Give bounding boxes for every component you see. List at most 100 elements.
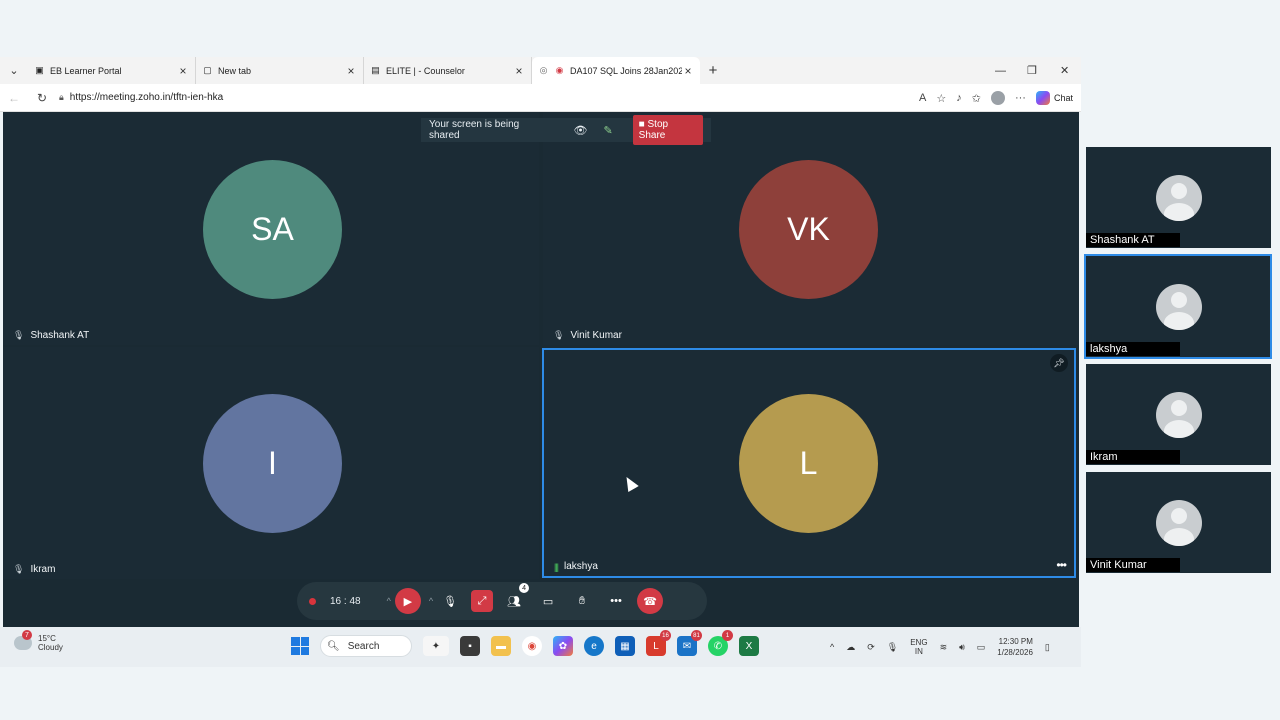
copilot-chat-button[interactable]: Chat	[1035, 91, 1073, 105]
cloud-icon: 7	[14, 630, 32, 650]
microphone-icon[interactable]: 🎙︎	[887, 642, 898, 653]
system-tray: ^ ☁︎ ⟳ 🎙︎ ENG IN ≋ 🔊︎ ▭ 12:30 PM 1/28/2026…	[830, 627, 1050, 667]
participant-name: Ikram	[1086, 450, 1180, 464]
weather-temp: 15°C	[38, 634, 56, 643]
battery-icon[interactable]: ▭	[977, 642, 986, 653]
stop-share-button[interactable]: ■ Stop Share	[632, 115, 703, 145]
whatsapp-icon[interactable]: ✆ 1	[708, 630, 733, 656]
chevron-up-icon[interactable]: ^	[387, 596, 391, 606]
pin-icon[interactable]: 📌︎	[1050, 354, 1068, 372]
tab-title: EB Learner Portal	[50, 65, 122, 76]
profile-icon[interactable]	[990, 91, 1005, 105]
audio-icon: ◎	[539, 65, 548, 75]
meeting-controls: 16 : 48 ^ ▶ ^ 🎙︎ ⤢ 👥︎ 4 ▭ ✋︎ ••• ☎︎	[297, 582, 707, 620]
lang-bottom: IN	[914, 647, 923, 656]
browser-tab[interactable]: ▤ ELITE | - Counselor ×	[364, 57, 532, 84]
meeting-timer: 16 : 48	[330, 595, 361, 607]
new-tab-button[interactable]: +	[700, 62, 726, 79]
address-bar-row: ← ↻ 🔒︎ https://meeting.zoho.in/tftn-ien-…	[0, 84, 1081, 112]
address-field[interactable]: 🔒︎ https://meeting.zoho.in/tftn-ien-hka	[59, 92, 223, 103]
back-icon[interactable]: ←	[3, 91, 25, 105]
side-participant-tile[interactable]: Shashank AT	[1086, 147, 1271, 248]
cloud-sync-icon[interactable]: ☁︎	[846, 642, 855, 653]
participant-tile[interactable]: VK 🎙︎ Vinit Kumar	[543, 112, 1079, 345]
close-icon[interactable]: ×	[513, 64, 525, 78]
restore-icon[interactable]: ❐	[1027, 57, 1037, 84]
copilot-app-icon[interactable]: ✿	[553, 636, 573, 656]
camera-off-button[interactable]: ▶	[394, 588, 421, 614]
file-explorer-icon[interactable]: ▬	[491, 636, 511, 656]
share-screen-button[interactable]: ⤢	[471, 590, 494, 612]
notification-badge: 81	[691, 630, 702, 641]
screen-share-banner: Your screen is being shared 👁︎ ✎ ■ Stop …	[421, 115, 711, 145]
minimize-icon[interactable]: —	[995, 57, 1006, 84]
more-button[interactable]: •••	[603, 588, 629, 614]
user-placeholder-icon	[1156, 392, 1202, 438]
windows-start-icon[interactable]	[291, 637, 309, 655]
mic-muted-icon: 🎙︎	[13, 564, 25, 574]
edge-icon[interactable]: e	[584, 636, 604, 656]
search-label: Search	[347, 640, 380, 652]
window-close-icon[interactable]: ✕	[1060, 57, 1069, 84]
participant-name: Vinit Kumar	[1086, 558, 1180, 572]
close-icon[interactable]: ×	[682, 64, 694, 78]
close-icon[interactable]: ×	[345, 64, 357, 78]
weather-widget[interactable]: 7 15°C Cloudy	[14, 630, 63, 652]
browser-tab-active[interactable]: ◎ ◉ DA107 SQL Joins 28Jan2026 ×	[532, 57, 700, 84]
copilot-icon	[1035, 91, 1050, 105]
mic-muted-icon: 🎙︎	[553, 330, 565, 340]
more-icon[interactable]: ···	[1015, 92, 1026, 104]
participant-tile-active[interactable]: 📌︎ L ||| lakshya •••	[542, 348, 1076, 578]
url-text: https://meeting.zoho.in/tftn-ien-hka	[69, 92, 224, 103]
participant-tile[interactable]: I 🎙︎ Ikram	[3, 347, 539, 579]
language-indicator[interactable]: ENG IN	[910, 638, 927, 656]
chevron-up-icon[interactable]: ^	[830, 642, 834, 652]
favorite-icon[interactable]: ☆	[936, 92, 946, 105]
tab-actions-icon[interactable]: ⌄	[0, 57, 28, 84]
user-placeholder-icon	[1156, 500, 1202, 546]
annotate-icon[interactable]: ✎	[603, 124, 612, 137]
mic-button[interactable]: 🎙︎	[437, 588, 463, 614]
participant-tile[interactable]: SA 🎙︎ Shashank AT	[3, 112, 539, 345]
task-view-icon[interactable]: ▪	[460, 636, 480, 656]
clock[interactable]: 12:30 PM 1/28/2026	[997, 636, 1033, 658]
notification-badge: 16	[660, 630, 671, 641]
eye-icon[interactable]: 👁︎	[573, 124, 587, 137]
widgets-icon[interactable]: ✦	[423, 636, 449, 656]
participant-name: Vinit Kumar	[570, 330, 622, 341]
store-icon[interactable]: ▦	[615, 636, 635, 656]
side-participant-tile[interactable]: Ikram	[1086, 364, 1271, 465]
reload-icon[interactable]: ↻	[31, 91, 53, 105]
avatar: VK	[739, 160, 878, 299]
reactions-button[interactable]: ✋︎	[569, 588, 595, 614]
pdf-reader-icon[interactable]: L 16	[646, 630, 671, 656]
tab-title: DA107 SQL Joins 28Jan2026	[570, 65, 682, 76]
browser-tab[interactable]: ▣ EB Learner Portal ×	[28, 57, 196, 84]
meeting-area: SA 🎙︎ Shashank AT VK 🎙︎ Vinit Kumar I 🎙︎ Ik…	[3, 112, 1079, 627]
side-participant-tile[interactable]: Vinit Kumar	[1086, 472, 1271, 573]
leave-call-button[interactable]: ☎︎	[637, 588, 664, 614]
lang-top: ENG	[910, 638, 928, 647]
taskbar-search[interactable]: 🔍︎ Search	[320, 635, 412, 657]
wifi-icon[interactable]: ≋	[940, 642, 948, 653]
excel-icon[interactable]: X	[739, 636, 759, 656]
close-icon[interactable]: ×	[177, 64, 189, 78]
more-options-icon[interactable]: •••	[1056, 558, 1067, 572]
chevron-up-icon[interactable]: ^	[429, 596, 433, 606]
participants-button[interactable]: 👥︎ 4	[501, 583, 530, 614]
side-participant-tile-active[interactable]: lakshya	[1084, 254, 1272, 359]
weather-badge: 7	[22, 630, 32, 640]
weather-desc: Cloudy	[38, 643, 63, 652]
browser-tab[interactable]: ▢ New tab ×	[196, 57, 364, 84]
chrome-icon[interactable]: ◉	[522, 636, 542, 656]
chat-label: Chat	[1053, 93, 1073, 103]
mic-icon[interactable]: ♪	[956, 92, 962, 104]
notifications-icon[interactable]: ▯	[1045, 642, 1050, 653]
read-aloud-icon[interactable]: A	[919, 92, 926, 104]
site-info-icon[interactable]: 🔒︎	[59, 92, 64, 103]
volume-icon[interactable]: 🔊︎	[959, 642, 965, 653]
chat-button[interactable]: ▭	[535, 588, 561, 614]
favorites-list-icon[interactable]: ✩	[972, 92, 981, 105]
outlook-icon[interactable]: ✉ 81	[677, 630, 702, 656]
sync-icon[interactable]: ⟳	[867, 642, 875, 653]
